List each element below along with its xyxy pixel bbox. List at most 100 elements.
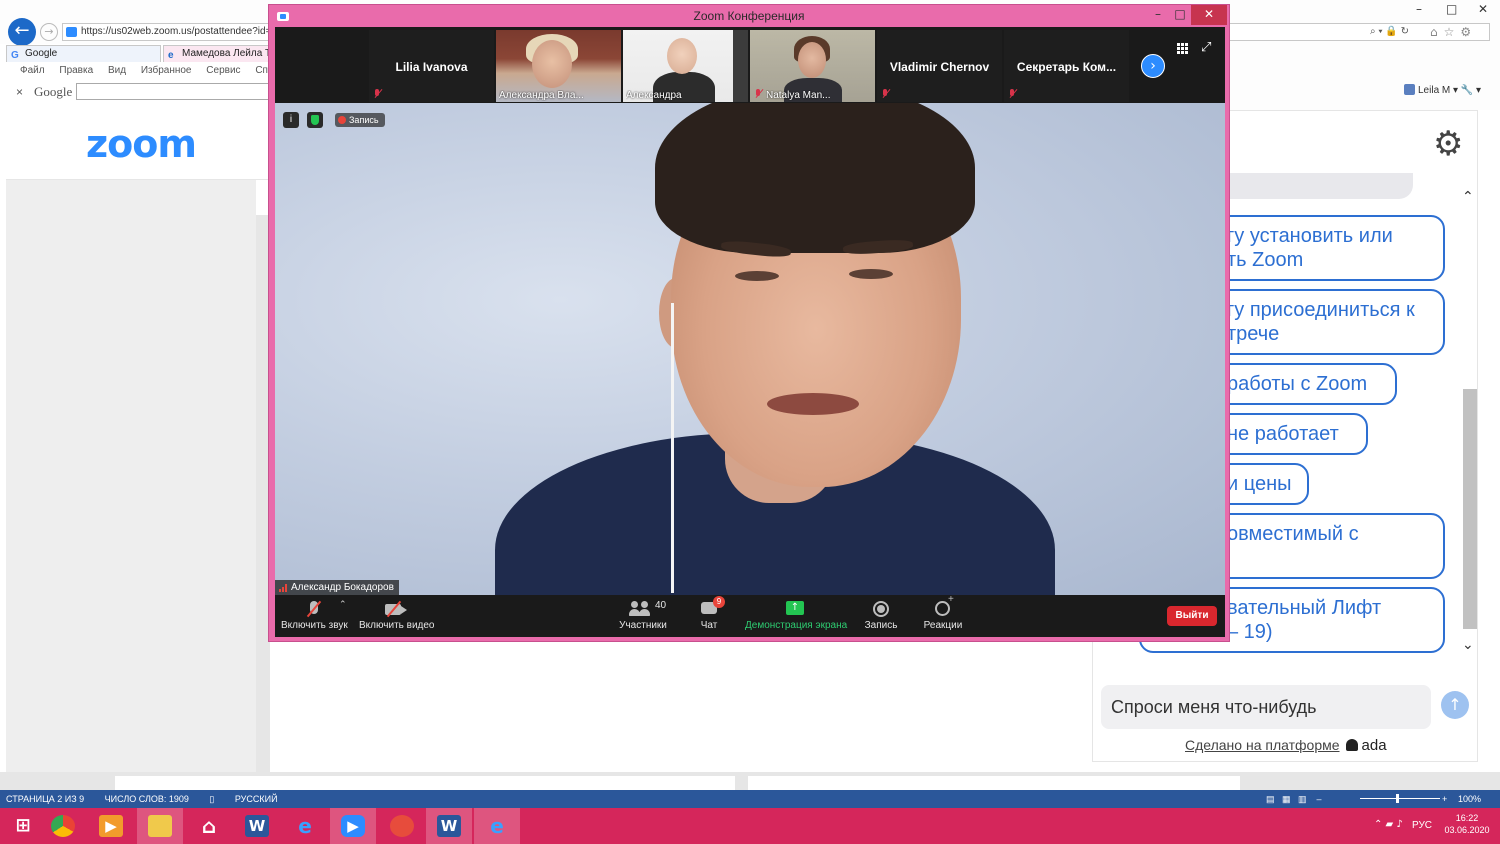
chevron-up-icon[interactable]: ⌃ bbox=[1462, 189, 1474, 205]
meeting-controls: Включить звук ⌃ Включить видео 40 Участн… bbox=[275, 594, 1225, 637]
page-indicator[interactable]: СТРАНИЦА 2 ИЗ 9 bbox=[6, 794, 84, 804]
zoom-slider[interactable] bbox=[1360, 798, 1440, 799]
zoom-slider-thumb[interactable] bbox=[1396, 794, 1399, 803]
close-icon[interactable]: ✕ bbox=[1478, 2, 1488, 16]
taskbar-ie-2[interactable]: e bbox=[474, 808, 520, 844]
menu-edit[interactable]: Правка bbox=[59, 65, 93, 76]
participant-tile[interactable]: Lilia Ivanova bbox=[369, 30, 494, 102]
zoom-logo[interactable]: zoom bbox=[86, 122, 197, 166]
unmute-button[interactable]: Включить звук ⌃ bbox=[281, 598, 348, 636]
ada-footer[interactable]: Сделано на платформе ada bbox=[1185, 737, 1387, 754]
scrollbar-thumb[interactable] bbox=[1463, 389, 1477, 629]
zoom-meeting-area: Lilia Ivanova Александра Вла... Александ… bbox=[275, 27, 1225, 637]
taskbar-home[interactable]: ⌂ bbox=[186, 808, 232, 844]
ada-footer-text[interactable]: Сделано на платформе bbox=[1185, 737, 1340, 753]
taskbar-zoom[interactable]: ▶ bbox=[330, 808, 376, 844]
reactions-label: Реакции bbox=[923, 620, 963, 631]
recording-indicator: Запись bbox=[335, 113, 385, 127]
participant-tile[interactable]: Vladimir Chernov bbox=[877, 30, 1002, 102]
taskbar-explorer[interactable] bbox=[137, 808, 183, 844]
chevron-up-icon[interactable]: ⌃ bbox=[339, 600, 347, 610]
video-icon-wrap bbox=[359, 598, 433, 620]
record-icon-wrap bbox=[863, 598, 899, 620]
clock-time: 16:22 bbox=[1455, 813, 1479, 823]
user-account[interactable]: Leila M ▾ 🔧 ▾ bbox=[1404, 84, 1481, 96]
zoom-level[interactable]: 100% bbox=[1458, 790, 1481, 808]
participant-tile[interactable]: Александра Вла... bbox=[496, 30, 621, 102]
minimize-icon[interactable]: – bbox=[1416, 2, 1422, 16]
menu-favorites[interactable]: Избранное bbox=[141, 65, 192, 76]
participant-name: Vladimir Chernov bbox=[889, 60, 990, 74]
close-toolbar-icon[interactable]: × bbox=[16, 85, 23, 99]
tab-google[interactable]: G Google bbox=[6, 45, 161, 62]
maximize-icon[interactable]: □ bbox=[1446, 2, 1457, 16]
view-buttons[interactable]: ▤ ▦ ▥ – bbox=[1266, 790, 1322, 808]
clock[interactable]: 16:22 03.06.2020 bbox=[1442, 812, 1492, 836]
participants-label: Участники bbox=[619, 620, 667, 631]
video-edge bbox=[733, 30, 748, 102]
start-video-button[interactable]: Включить видео bbox=[359, 598, 435, 636]
ie-icon: e bbox=[490, 814, 504, 838]
ada-chat-input[interactable]: Спроси меня что-нибудь bbox=[1101, 685, 1431, 729]
unmute-label: Включить звук bbox=[281, 620, 348, 631]
next-page-arrow-icon[interactable]: › bbox=[1141, 54, 1165, 78]
chat-icon-wrap: 9 bbox=[693, 596, 725, 620]
zoom-in-icon[interactable]: + bbox=[1442, 790, 1447, 808]
taskbar-chrome[interactable] bbox=[40, 808, 86, 844]
word-icon: W bbox=[245, 815, 269, 837]
chat-button[interactable]: 9 Чат bbox=[693, 596, 725, 636]
participants-button[interactable]: 40 Участники bbox=[619, 598, 667, 636]
ada-logo-icon bbox=[1345, 739, 1358, 751]
security-shield-icon[interactable] bbox=[307, 112, 323, 128]
language-indicator[interactable]: РУССКИЙ bbox=[235, 794, 278, 804]
send-arrow-icon[interactable]: ↑ bbox=[1441, 691, 1469, 719]
menu-tools[interactable]: Сервис bbox=[206, 65, 240, 76]
maximize-icon[interactable]: □ bbox=[1167, 5, 1193, 25]
chevron-down-icon[interactable]: ⌄ bbox=[1462, 637, 1474, 653]
participant-name: Александра Вла... bbox=[499, 90, 584, 101]
menu-file[interactable]: Файл bbox=[20, 65, 45, 76]
address-bar[interactable]: https://us02web.zoom.us/postattendee?id=… bbox=[62, 23, 272, 41]
tab-label: Google bbox=[25, 48, 58, 59]
zoom-window-title: Zoom Конференция bbox=[693, 9, 805, 23]
leave-meeting-button[interactable]: Выйти bbox=[1167, 606, 1217, 626]
input-language[interactable]: РУС bbox=[1412, 820, 1432, 831]
forward-button[interactable]: → bbox=[40, 23, 58, 41]
app-icon bbox=[390, 815, 414, 837]
taskbar-word-2[interactable]: W bbox=[426, 808, 472, 844]
muted-mic-icon bbox=[373, 89, 381, 99]
back-button[interactable]: ← bbox=[8, 18, 36, 46]
taskbar-word-1[interactable]: W bbox=[234, 808, 280, 844]
taskbar-ie-1[interactable]: e bbox=[282, 808, 328, 844]
info-icon[interactable]: i bbox=[283, 112, 299, 128]
ada-scrollbar[interactable]: ⌃ ⌄ bbox=[1461, 189, 1477, 659]
tray-icons[interactable]: ⌃ ▰ ♪ bbox=[1374, 819, 1403, 830]
google-search-input[interactable] bbox=[76, 83, 272, 100]
taskbar-media[interactable]: ▶ bbox=[88, 808, 134, 844]
taskbar: ⊞ ▶ ⌂ W e ▶ W e ⌃ ▰ ♪ РУС 16:22 03.06.20… bbox=[0, 808, 1500, 844]
menu-view[interactable]: Вид bbox=[108, 65, 126, 76]
close-button[interactable]: ✕ bbox=[1191, 5, 1227, 25]
zoom-meeting-window: Zoom Конференция – □ ✕ Lilia Ivanova Але… bbox=[268, 4, 1230, 642]
gallery-view-icon[interactable] bbox=[1177, 43, 1189, 55]
share-screen-button[interactable]: ↑ Демонстрация экрана bbox=[745, 598, 847, 636]
chrome-icon bbox=[51, 815, 75, 837]
muted-mic-icon bbox=[1008, 89, 1016, 99]
browser-window-controls: – □ ✕ bbox=[1406, 0, 1500, 20]
tab-mamedova[interactable]: e Мамедова Лейла То bbox=[163, 45, 271, 62]
zoom-favicon-icon bbox=[66, 27, 77, 37]
reactions-icon-wrap bbox=[923, 594, 963, 620]
record-button[interactable]: Запись bbox=[863, 598, 899, 636]
folder-icon bbox=[148, 815, 172, 837]
taskbar-app[interactable] bbox=[379, 808, 425, 844]
reactions-button[interactable]: Реакции bbox=[923, 594, 963, 636]
participant-tile[interactable]: Natalya Man... bbox=[750, 30, 875, 102]
gear-icon[interactable]: ⚙ bbox=[1433, 127, 1463, 161]
participant-tile[interactable]: Александра bbox=[623, 30, 748, 102]
proofing-icon[interactable]: ▯ bbox=[209, 794, 214, 804]
video-hair bbox=[655, 103, 975, 253]
record-label: Запись bbox=[864, 620, 898, 631]
fullscreen-icon[interactable]: ⤢ bbox=[1201, 40, 1211, 55]
participant-tile[interactable]: Секретарь Ком... bbox=[1004, 30, 1129, 102]
word-count[interactable]: ЧИСЛО СЛОВ: 1909 bbox=[105, 794, 189, 804]
